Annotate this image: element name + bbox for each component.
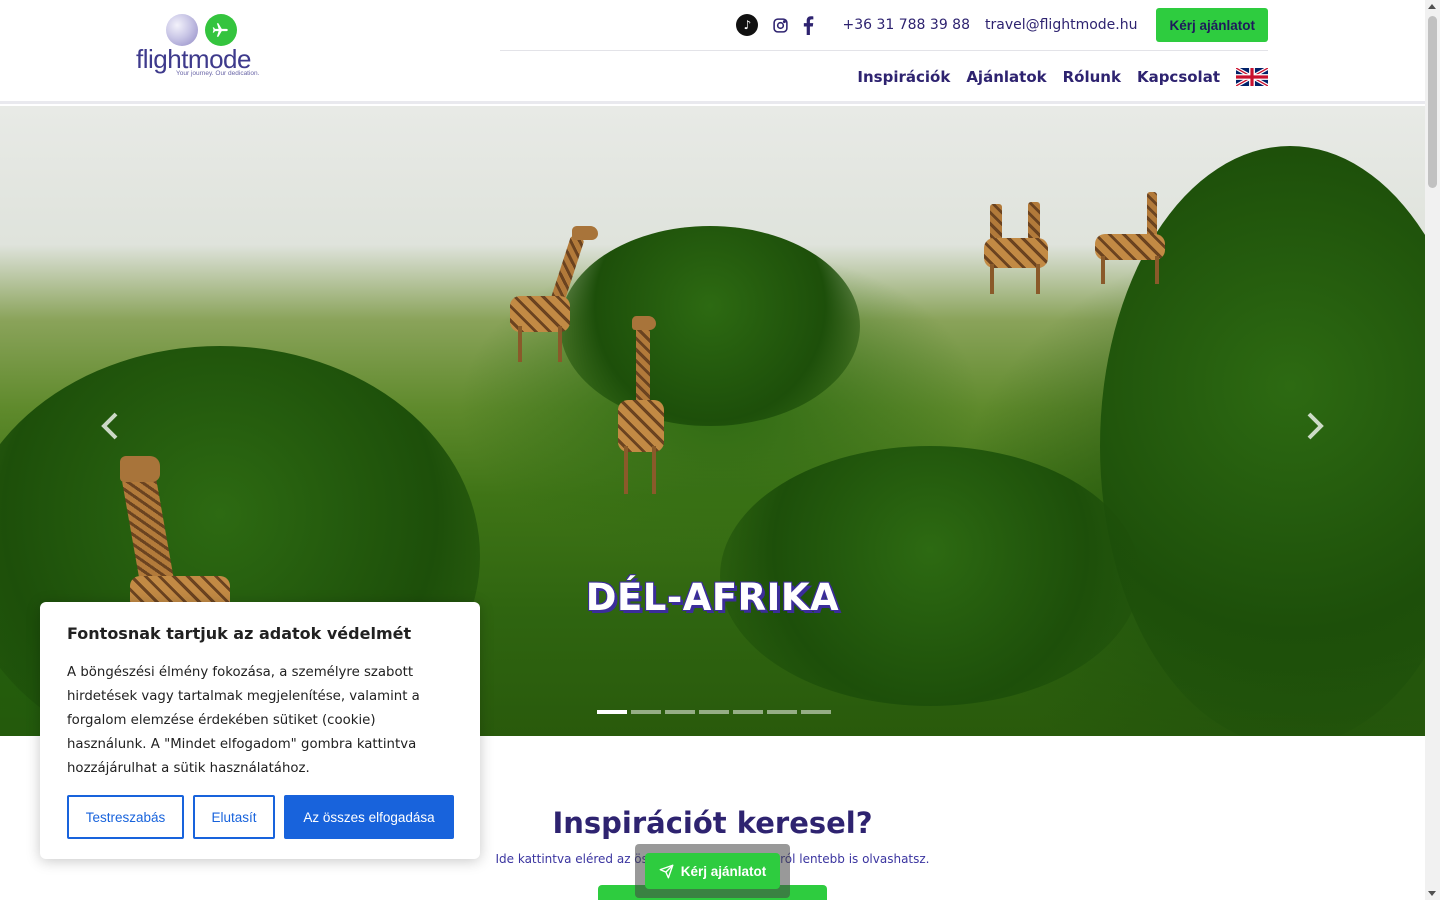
nav-item-rolunk[interactable]: Rólunk <box>1063 68 1121 86</box>
carousel-prev-arrow-icon[interactable] <box>95 411 125 441</box>
nav-item-inspiraciok[interactable]: Inspirációk <box>857 68 950 86</box>
instagram-icon[interactable] <box>772 17 789 34</box>
hero-image-giraffe <box>1085 188 1175 288</box>
top-bar: ♪ +36 31 788 39 88 travel@flightmode.hu … <box>722 8 1268 42</box>
hero-image-giraffe <box>500 226 610 366</box>
carousel-indicator[interactable] <box>801 710 831 714</box>
floating-cta-label: Kérj ajánlatot <box>680 863 767 879</box>
floating-request-quote-button[interactable]: Kérj ajánlatot <box>645 853 780 889</box>
cookie-title: Fontosnak tartjuk az adatok védelmét <box>67 624 412 643</box>
uk-flag-icon[interactable] <box>1236 68 1268 86</box>
header-divider <box>500 50 1268 51</box>
carousel-indicator[interactable] <box>699 710 729 714</box>
carousel-indicator[interactable] <box>631 710 661 714</box>
request-quote-button[interactable]: Kérj ajánlatot <box>1156 8 1268 42</box>
airplane-logo-icon <box>205 14 237 46</box>
nav-item-ajanlatok[interactable]: Ajánlatok <box>966 68 1046 86</box>
cookie-accept-all-button[interactable]: Az összes elfogadása <box>284 795 454 839</box>
site-header: flightmode Your journey. Our dedication.… <box>0 0 1425 104</box>
logo[interactable]: flightmode Your journey. Our dedication. <box>136 12 276 82</box>
cookie-reject-button[interactable]: Elutasít <box>193 795 275 839</box>
main-nav: Inspirációk Ajánlatok Rólunk Kapcsolat <box>841 60 1268 94</box>
social-links: ♪ <box>722 14 814 36</box>
tiktok-icon[interactable]: ♪ <box>736 14 759 36</box>
cookie-customize-button[interactable]: Testreszabás <box>67 795 184 839</box>
floating-cta-container: Kérj ajánlatot <box>635 844 790 898</box>
facebook-icon[interactable] <box>803 15 814 35</box>
carousel-next-arrow-icon[interactable] <box>1300 411 1330 441</box>
email-link[interactable]: travel@flightmode.hu <box>985 17 1137 33</box>
carousel-indicator[interactable] <box>733 710 763 714</box>
hero-image-giraffe <box>970 196 1060 296</box>
carousel-indicator[interactable] <box>767 710 797 714</box>
phone-link[interactable]: +36 31 788 39 88 <box>842 17 970 33</box>
carousel-indicator[interactable] <box>597 710 627 714</box>
page-scrollbar[interactable] <box>1425 0 1440 900</box>
cookie-text: A böngészési élmény fokozása, a személyr… <box>67 665 420 776</box>
carousel-indicator[interactable] <box>665 710 695 714</box>
cookie-buttons: Testreszabás Elutasít Az összes elfogadá… <box>67 795 463 839</box>
moon-logo-icon <box>166 14 198 46</box>
brand-tagline: Your journey. Our dedication. <box>176 70 260 77</box>
cookie-consent-banner: Fontosnak tartjuk az adatok védelmét A b… <box>40 602 480 859</box>
scroll-down-arrow-icon[interactable] <box>1428 891 1436 896</box>
scroll-up-arrow-icon[interactable] <box>1428 4 1436 9</box>
scrollbar-thumb[interactable] <box>1428 16 1437 188</box>
nav-item-kapcsolat[interactable]: Kapcsolat <box>1137 68 1220 86</box>
carousel-indicators <box>597 710 835 714</box>
hero-image-giraffe <box>610 316 670 496</box>
paper-plane-icon <box>659 864 674 878</box>
